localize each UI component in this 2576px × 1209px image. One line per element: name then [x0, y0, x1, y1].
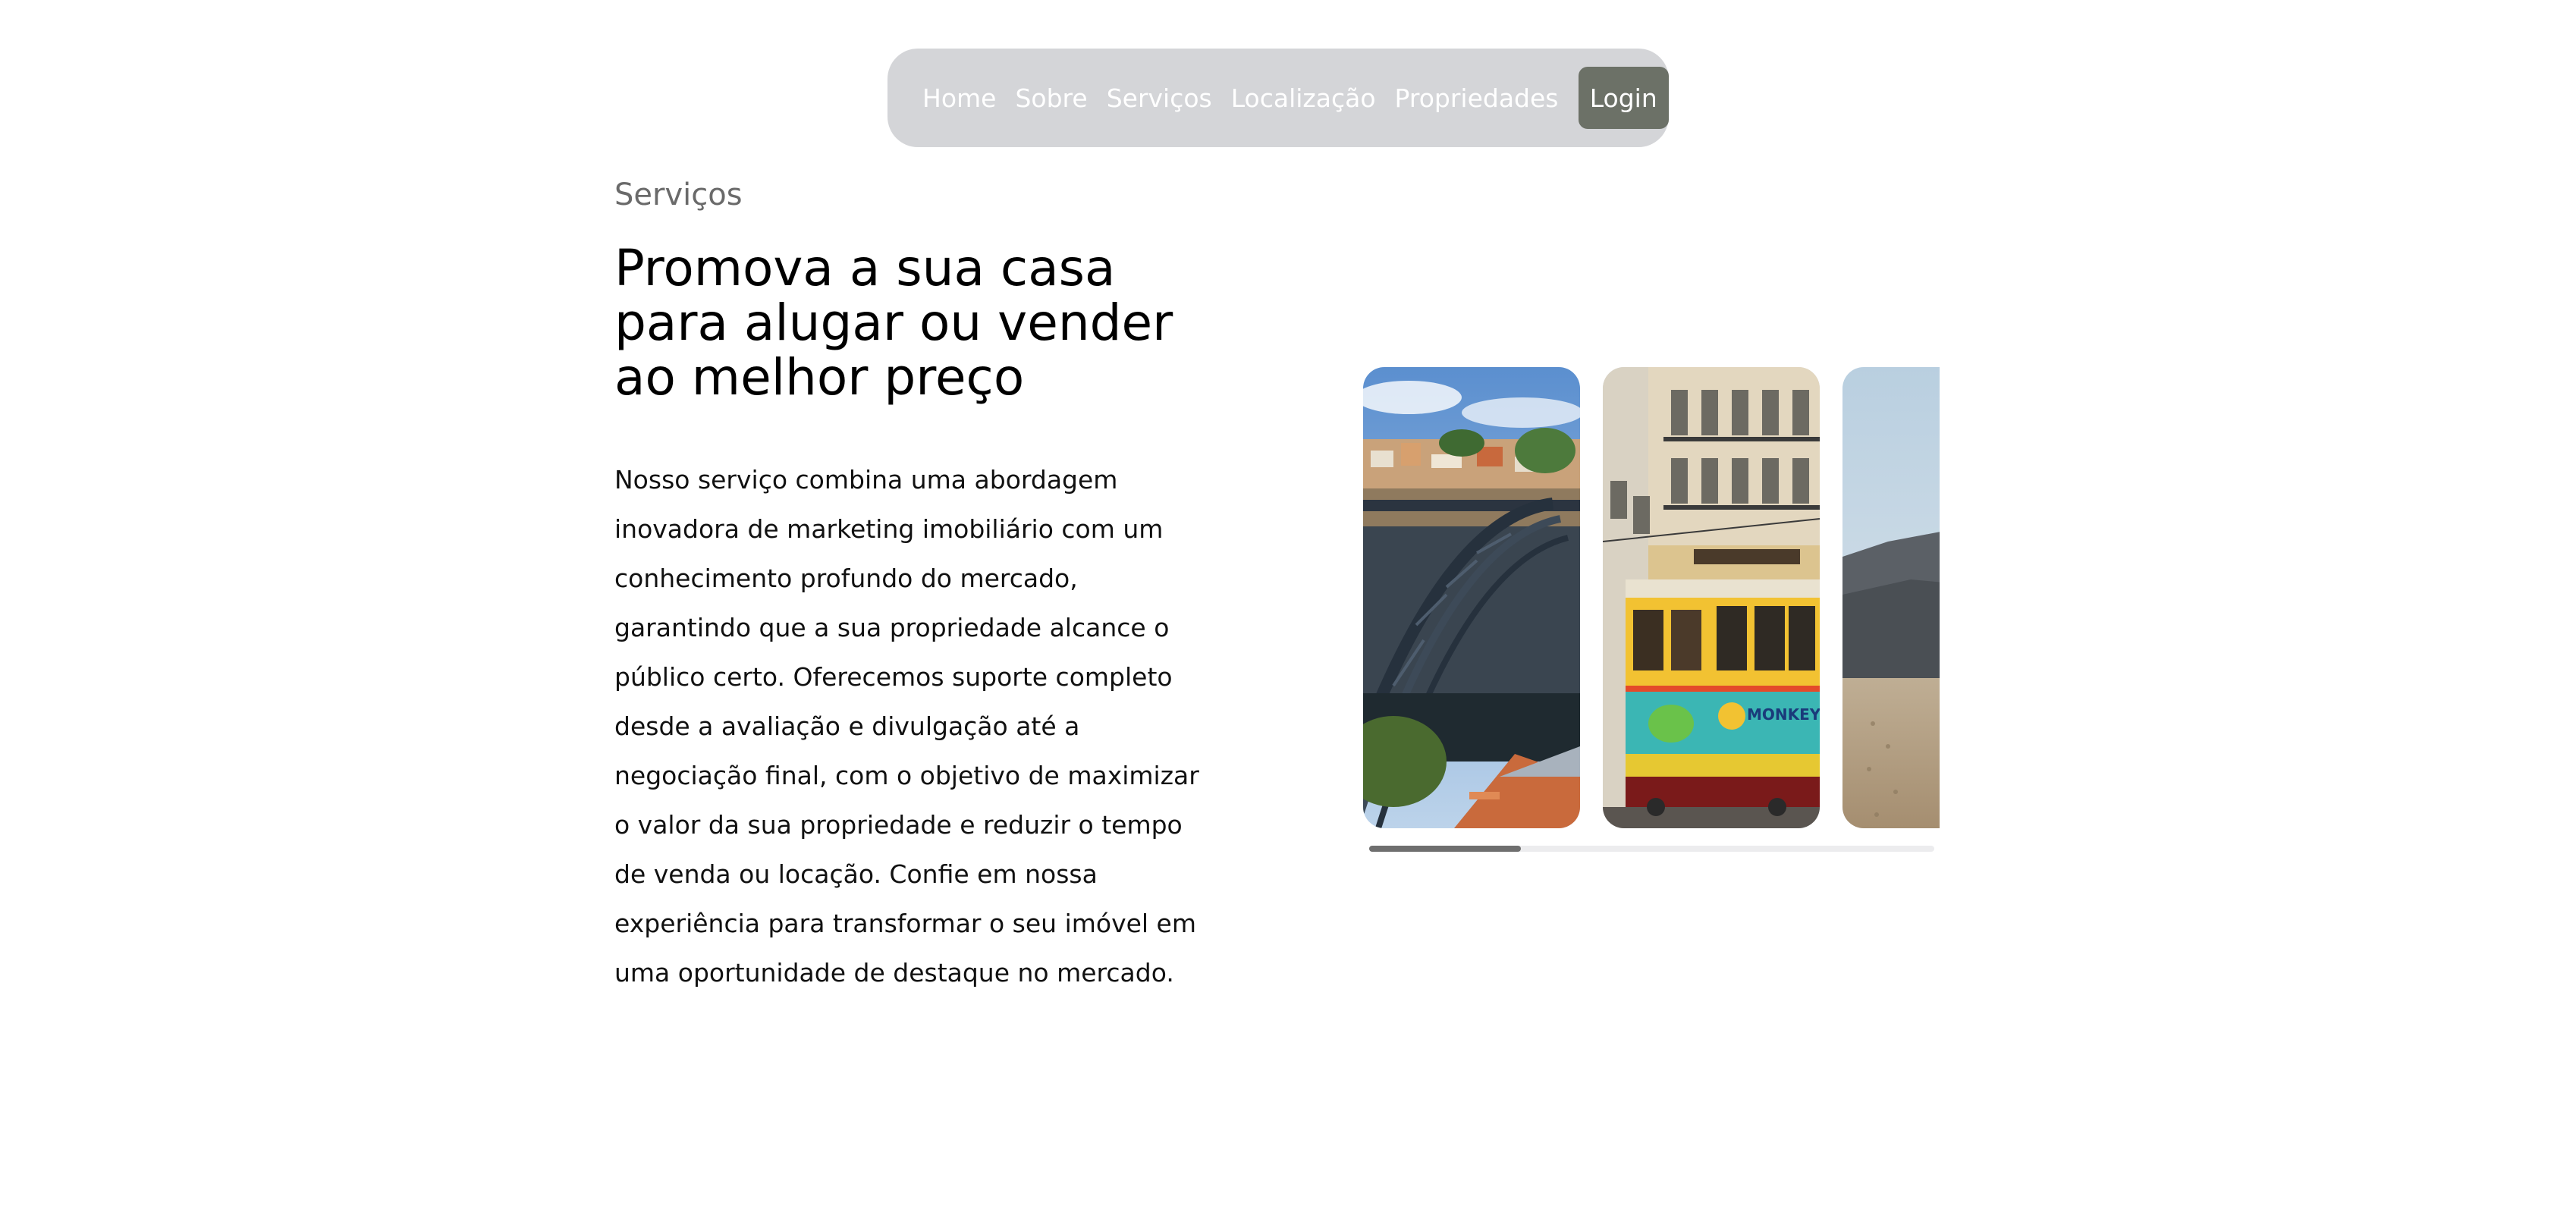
carousel-scrollbar-thumb[interactable] [1369, 846, 1521, 852]
nav-link-home[interactable]: Home [922, 83, 996, 113]
section-label: Serviços [614, 177, 743, 212]
top-navigation: Home Sobre Serviços Localização Propried… [887, 49, 1669, 147]
login-button[interactable]: Login [1578, 67, 1669, 129]
image-carousel[interactable]: MONKEY [1363, 367, 1940, 828]
services-headline: Promova a sua casa para alugar ou vender… [614, 239, 1173, 407]
carousel-scrollbar[interactable] [1369, 846, 1934, 852]
carousel-slide-bridge[interactable] [1363, 367, 1580, 828]
nav-link-sobre[interactable]: Sobre [1015, 83, 1087, 113]
carousel-slide-beach[interactable] [1842, 367, 1940, 828]
nav-link-localizacao[interactable]: Localização [1231, 83, 1376, 113]
coastal-beach-image [1842, 367, 1940, 828]
svg-text:MONKEY: MONKEY [1747, 705, 1820, 724]
porto-bridge-image [1363, 367, 1580, 828]
services-description: Nosso serviço combina uma abordagem inov… [614, 465, 1199, 988]
nav-link-servicos[interactable]: Serviços [1107, 83, 1212, 113]
carousel-slide-tram[interactable]: MONKEY [1603, 367, 1820, 828]
lisbon-tram-image: MONKEY [1603, 367, 1820, 828]
nav-link-propriedades[interactable]: Propriedades [1395, 83, 1559, 113]
